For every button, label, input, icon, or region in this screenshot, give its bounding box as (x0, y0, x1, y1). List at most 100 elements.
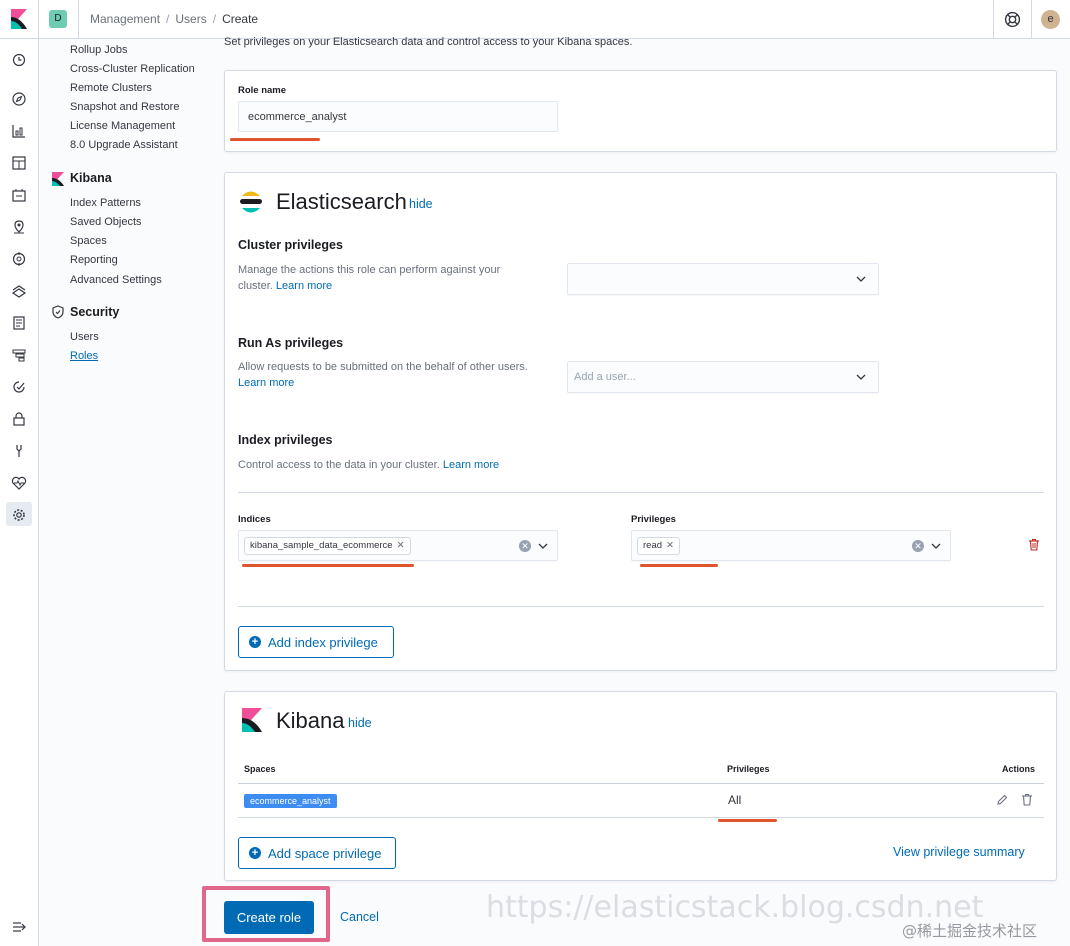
breadcrumb-users[interactable]: Users (175, 12, 206, 26)
view-privilege-summary-link[interactable]: View privilege summary (893, 845, 1025, 859)
logs-icon[interactable] (11, 315, 27, 331)
remove-pill-icon[interactable]: ✕ (666, 540, 674, 551)
canvas-icon[interactable] (11, 187, 27, 203)
sidebar-item-remote-clusters[interactable]: Remote Clusters (70, 82, 152, 94)
elasticsearch-panel: Elasticsearch hide Cluster privileges Ma… (224, 172, 1057, 671)
help-lifebuoy-icon[interactable] (1004, 11, 1021, 28)
elasticsearch-hide-link[interactable]: hide (409, 197, 433, 211)
privilege-pill-label: read (643, 540, 663, 551)
run-as-title: Run As privileges (238, 336, 344, 350)
uptime-icon[interactable] (11, 379, 27, 395)
add-space-privilege-button[interactable]: + Add space privilege (238, 837, 396, 869)
add-space-privilege-label: Add space privilege (268, 846, 382, 861)
clear-input-icon[interactable]: ✕ (912, 540, 924, 552)
elasticsearch-title: Elasticsearch (276, 189, 407, 214)
index-learn-more-link[interactable]: Learn more (443, 459, 499, 471)
app-nav-rail (0, 39, 39, 946)
cancel-button[interactable]: Cancel (340, 910, 379, 924)
sidebar-item-cross-cluster-replication[interactable]: Cross-Cluster Replication (70, 63, 195, 75)
compass-icon[interactable] (11, 91, 27, 107)
sidebar-item-license-management[interactable]: License Management (70, 120, 175, 132)
create-role-button[interactable]: Create role (224, 901, 314, 934)
pencil-edit-icon[interactable] (996, 794, 1008, 806)
apm-icon[interactable] (11, 347, 27, 363)
run-as-placeholder: Add a user... (574, 371, 636, 383)
chevron-down-icon (538, 543, 548, 549)
run-as-user-select[interactable]: Add a user... (567, 361, 879, 393)
role-name-value: ecommerce_analyst (248, 111, 347, 123)
index-pill[interactable]: kibana_sample_data_ecommerce ✕ (244, 537, 411, 555)
cluster-privileges-select[interactable] (567, 263, 879, 295)
cluster-learn-more-link[interactable]: Learn more (276, 280, 332, 292)
space-avatar[interactable]: D (49, 10, 67, 28)
clock-icon[interactable] (11, 52, 27, 68)
devtools-icon[interactable] (11, 443, 27, 459)
cluster-privileges-title: Cluster privileges (238, 238, 343, 252)
sidebar-item-roles[interactable]: Roles (70, 350, 98, 362)
sidebar-section-kibana: Kibana (70, 171, 112, 185)
sidebar-section-security: Security (70, 305, 120, 319)
privileges-label: Privileges (631, 514, 676, 525)
trash-icon[interactable] (1021, 793, 1033, 806)
privilege-pill[interactable]: read ✕ (637, 537, 680, 555)
header-divider (993, 0, 994, 39)
trash-icon[interactable] (1028, 538, 1040, 551)
role-name-input[interactable]: ecommerce_analyst (238, 101, 558, 132)
divider (238, 606, 1044, 607)
breadcrumb: Management / Users / Create (90, 12, 258, 26)
plus-circle-icon: + (249, 636, 261, 648)
chevron-down-icon (856, 276, 866, 282)
clear-input-icon[interactable]: ✕ (519, 540, 531, 552)
ml-icon[interactable] (11, 251, 27, 267)
index-privileges-title: Index privileges (238, 433, 333, 447)
column-header-actions: Actions (1002, 764, 1036, 774)
siem-icon[interactable] (11, 411, 27, 427)
sidebar-item-snapshot-restore[interactable]: Snapshot and Restore (70, 101, 179, 113)
run-as-learn-more-link[interactable]: Learn more (238, 377, 294, 389)
indices-label: Indices (238, 514, 271, 525)
sidebar-item-upgrade-assistant[interactable]: 8.0 Upgrade Assistant (70, 139, 178, 151)
breadcrumb-management[interactable]: Management (90, 12, 160, 26)
dashboard-icon[interactable] (11, 155, 27, 171)
collapse-nav-icon[interactable] (11, 919, 27, 935)
kibana-privileges-panel: Kibana hide Spaces Privileges Actions ec… (224, 691, 1057, 881)
cluster-privileges-desc: Manage the actions this role can perform… (238, 262, 538, 294)
sidebar-item-spaces[interactable]: Spaces (70, 235, 107, 247)
index-privileges-desc: Control access to the data in your clust… (238, 457, 638, 473)
infrastructure-icon[interactable] (11, 283, 27, 299)
annotation-underline (242, 564, 414, 567)
visualize-icon[interactable] (11, 123, 27, 139)
sidebar-item-reporting[interactable]: Reporting (70, 254, 118, 266)
column-header-privileges: Privileges (727, 764, 770, 774)
annotation-underline (640, 564, 718, 567)
header-divider (38, 0, 39, 39)
kibana-title: Kibana (276, 708, 345, 733)
chevron-down-icon (856, 374, 866, 380)
column-header-spaces: Spaces (244, 764, 276, 774)
sidebar-item-saved-objects[interactable]: Saved Objects (70, 216, 142, 228)
maps-icon[interactable] (11, 219, 27, 235)
index-privileges-combobox[interactable]: read ✕ ✕ (631, 530, 951, 561)
remove-pill-icon[interactable]: ✕ (397, 540, 405, 551)
kibana-logo-icon (242, 708, 262, 732)
header-divider (78, 0, 79, 39)
user-avatar[interactable]: e (1041, 10, 1060, 29)
management-gear-icon[interactable] (11, 507, 27, 523)
indices-combobox[interactable]: kibana_sample_data_ecommerce ✕ ✕ (238, 530, 558, 561)
monitoring-icon[interactable] (11, 475, 27, 491)
kibana-hide-link[interactable]: hide (348, 716, 372, 730)
sidebar-item-rollup-jobs[interactable]: Rollup Jobs (70, 44, 127, 56)
kibana-logo-icon[interactable] (9, 9, 29, 29)
watermark-site: @稀土掘金技术社区 (902, 922, 1038, 940)
divider (238, 492, 1044, 493)
sidebar-item-advanced-settings[interactable]: Advanced Settings (70, 274, 162, 286)
annotation-underline (230, 138, 320, 141)
shield-icon (52, 305, 64, 319)
space-privilege-value: All (728, 793, 742, 807)
add-index-privilege-button[interactable]: + Add index privilege (238, 626, 394, 658)
add-index-privilege-label: Add index privilege (268, 635, 378, 650)
table-row-divider (238, 817, 1044, 818)
breadcrumb-separator: / (212, 12, 217, 26)
sidebar-item-index-patterns[interactable]: Index Patterns (70, 197, 141, 209)
sidebar-item-users[interactable]: Users (70, 331, 99, 343)
